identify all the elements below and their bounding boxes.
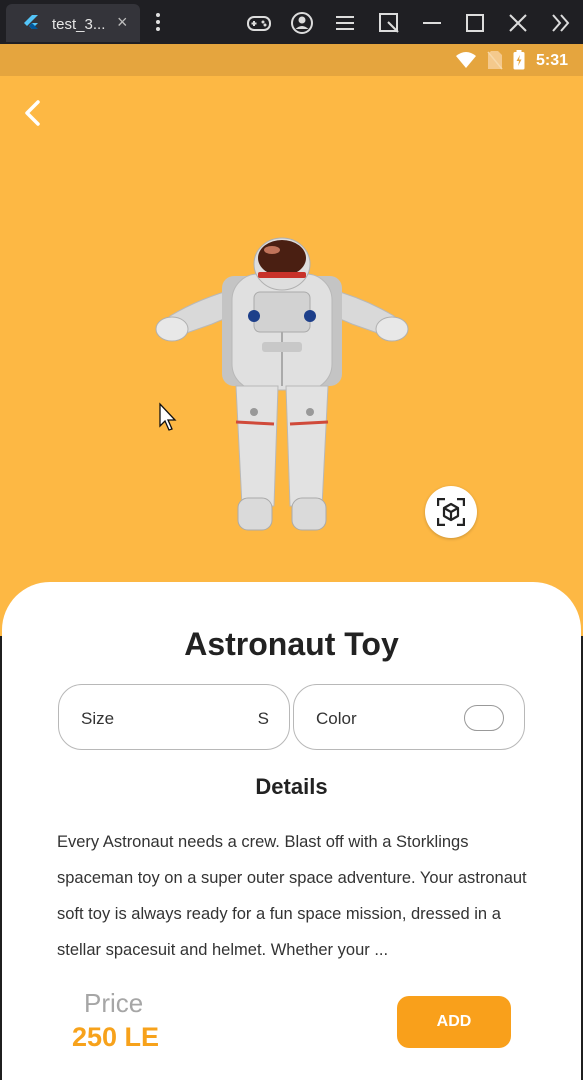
color-toggle[interactable]	[464, 705, 504, 731]
maximize-icon[interactable]	[462, 10, 488, 36]
astronaut-model[interactable]	[150, 236, 414, 546]
battery-icon	[513, 50, 525, 70]
add-to-cart-button[interactable]: ADD	[397, 996, 511, 1048]
hamburger-menu-icon[interactable]	[332, 10, 358, 36]
more-menu-icon[interactable]	[150, 10, 166, 36]
size-selector[interactable]: Size S	[58, 684, 290, 750]
product-description: Every Astronaut needs a crew. Blast off …	[57, 833, 527, 959]
back-arrow-icon[interactable]	[18, 98, 48, 128]
window-mode-icon[interactable]	[376, 10, 402, 36]
no-sim-icon	[487, 51, 503, 70]
product-title: Astronaut Toy	[184, 626, 399, 662]
product-details-sheet: Astronaut Toy Size S Color Details Every…	[2, 582, 581, 1080]
color-label: Color	[316, 709, 357, 728]
wifi-icon	[456, 52, 476, 68]
window-tab[interactable]: test_3... ×	[6, 4, 140, 42]
price-value: 250 LE	[72, 1022, 160, 1052]
account-icon[interactable]	[289, 10, 315, 36]
close-icon[interactable]	[505, 10, 531, 36]
details-heading: Details	[255, 774, 328, 799]
size-label: Size	[81, 709, 115, 728]
color-selector[interactable]: Color	[293, 684, 525, 750]
window-titlebar: test_3... ×	[0, 0, 583, 44]
product-viewer[interactable]	[0, 76, 583, 636]
mouse-cursor-icon	[159, 402, 177, 431]
ar-cube-icon	[437, 498, 465, 526]
ar-view-button[interactable]	[425, 486, 477, 538]
tab-title: test_3...	[52, 16, 106, 33]
status-time: 5:31	[536, 52, 569, 69]
expand-sidebar-icon[interactable]	[548, 10, 574, 36]
minimize-icon[interactable]	[419, 10, 445, 36]
gamepad-icon[interactable]	[246, 10, 272, 36]
price-label: Price	[84, 988, 144, 1018]
flutter-icon	[24, 15, 38, 29]
tab-close-icon[interactable]: ×	[117, 12, 128, 33]
size-value: S	[257, 709, 269, 728]
status-bar: 5:31	[0, 44, 583, 76]
